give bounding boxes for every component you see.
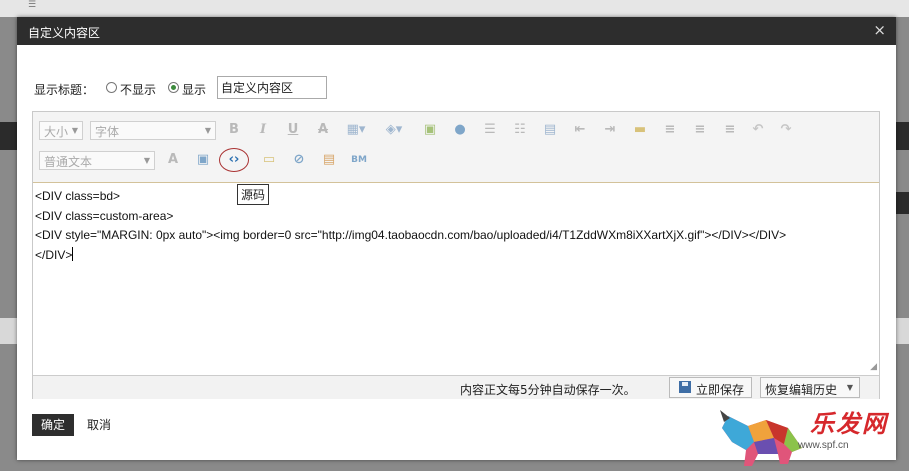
image-icon[interactable]: ▣ bbox=[421, 121, 439, 139]
text-caret bbox=[72, 246, 74, 261]
clear-format-icon[interactable]: A bbox=[164, 151, 182, 169]
title-input[interactable] bbox=[217, 76, 327, 99]
chevron-down-icon: ▼ bbox=[71, 126, 78, 135]
editor-toolbar: 大小 ▼ 字体 ▼ B I U A ▦▾ ◈▾ ▣ ● ☰ ☷ ▤ ⇤ ⇥ ▬ ≡ … bbox=[33, 112, 879, 183]
save-now-button[interactable]: 立即保存 bbox=[669, 377, 752, 398]
editor-statusbar: 内容正文每5分钟自动保存一次。 立即保存 恢复编辑历史 ▼ bbox=[33, 375, 879, 399]
source-code-icon[interactable]: ‹› bbox=[219, 148, 249, 172]
radio-show-label[interactable]: 显示 bbox=[182, 81, 206, 98]
emoticon-icon[interactable]: ⊘ bbox=[290, 151, 308, 169]
save-now-label: 立即保存 bbox=[696, 383, 745, 397]
font-size-select-label: 大小 bbox=[44, 125, 69, 139]
template-icon[interactable]: ▤ bbox=[320, 151, 338, 169]
show-title-row: 显示标题： 不显示 显示 bbox=[34, 75, 634, 101]
bold-icon[interactable]: B bbox=[225, 121, 243, 139]
chevron-down-icon: ▼ bbox=[846, 383, 853, 392]
cancel-button[interactable]: 取消 bbox=[87, 414, 111, 436]
source-tooltip: 源码 bbox=[237, 184, 270, 205]
watermark: 乐发网 www.spf.cn bbox=[718, 402, 908, 468]
code-line-text: </DIV> bbox=[35, 247, 73, 262]
close-icon[interactable]: × bbox=[873, 22, 886, 38]
page-backdrop-bar bbox=[896, 192, 909, 214]
save-icon bbox=[679, 381, 691, 393]
code-line: <DIV class=bd> bbox=[35, 189, 121, 203]
menu-icon: ☰ bbox=[28, 0, 37, 10]
restore-history-label: 恢复编辑历史 bbox=[765, 383, 838, 397]
resize-handle-icon[interactable]: ◢ bbox=[870, 362, 877, 372]
flash-icon[interactable]: ▭ bbox=[260, 151, 278, 169]
dialog-titlebar: 自定义内容区 × bbox=[17, 17, 896, 45]
chevron-down-icon: ▼ bbox=[143, 156, 150, 165]
align-left-icon[interactable]: ≡ bbox=[661, 121, 679, 139]
code-line: <DIV class=custom-area> bbox=[35, 208, 174, 223]
dialog-title: 自定义内容区 bbox=[28, 26, 101, 40]
numbered-list-icon[interactable]: ☷ bbox=[511, 121, 529, 139]
paragraph-format-label: 普通文本 bbox=[44, 155, 93, 169]
underline-icon[interactable]: U bbox=[284, 121, 302, 139]
watermark-url: www.spf.cn bbox=[798, 440, 849, 451]
align-right-icon[interactable]: ≡ bbox=[721, 121, 739, 139]
font-family-select-label: 字体 bbox=[95, 125, 120, 139]
page-backdrop-top: ☰ bbox=[0, 0, 909, 17]
italic-icon[interactable]: I bbox=[254, 121, 272, 139]
watermark-brand: 乐发网 bbox=[810, 409, 888, 438]
bullet-list-icon[interactable]: ☰ bbox=[481, 121, 499, 139]
media-icon[interactable]: ▣ bbox=[194, 151, 212, 169]
strikethrough-icon[interactable]: A bbox=[314, 121, 332, 139]
code-line: </DIV> bbox=[35, 246, 877, 266]
code-line: <DIV style="MARGIN: 0px auto"><img borde… bbox=[35, 228, 787, 242]
confirm-button[interactable]: 确定 bbox=[32, 414, 74, 436]
align-center-icon[interactable]: ≡ bbox=[691, 121, 709, 139]
font-family-select[interactable]: 字体 ▼ bbox=[90, 121, 216, 140]
page-backdrop-bar bbox=[896, 318, 909, 344]
indent-icon[interactable]: ⇥ bbox=[601, 121, 619, 139]
paragraph-format-select[interactable]: 普通文本 ▼ bbox=[39, 151, 155, 170]
custom-content-dialog: 自定义内容区 × 显示标题： 不显示 显示 大小▼ 字体▼ B I U A ▦▾… bbox=[17, 17, 896, 460]
radio-hide-label[interactable]: 不显示 bbox=[120, 81, 156, 98]
page-backdrop-bar bbox=[0, 318, 17, 344]
link-icon[interactable]: ● bbox=[451, 121, 469, 139]
page-backdrop-bar bbox=[896, 122, 909, 150]
table-icon[interactable]: ▦▾ bbox=[343, 121, 369, 139]
outdent-icon[interactable]: ⇤ bbox=[571, 121, 589, 139]
font-size-select[interactable]: 大小 ▼ bbox=[39, 121, 83, 140]
redo-icon[interactable]: ↷ bbox=[777, 121, 795, 139]
autosave-notice: 内容正文每5分钟自动保存一次。 bbox=[460, 383, 636, 397]
bm-icon[interactable]: BM bbox=[350, 151, 368, 169]
page-backdrop-bar bbox=[0, 122, 17, 150]
rich-text-editor: 大小 ▼ 字体 ▼ B I U A ▦▾ ◈▾ ▣ ● ☰ ☷ ▤ ⇤ ⇥ ▬ ≡ … bbox=[32, 111, 880, 399]
fill-color-icon[interactable]: ◈▾ bbox=[381, 121, 407, 139]
layout-icon[interactable]: ▤ bbox=[541, 121, 559, 139]
source-code-area[interactable]: <DIV class=bd> <DIV class=custom-area> <… bbox=[33, 183, 879, 375]
show-title-label: 显示标题： bbox=[34, 83, 95, 97]
radio-show-title[interactable] bbox=[168, 82, 179, 93]
radio-hide-title[interactable] bbox=[106, 82, 117, 93]
undo-icon[interactable]: ↶ bbox=[749, 121, 767, 139]
chevron-down-icon: ▼ bbox=[204, 126, 211, 135]
bull-logo-icon bbox=[720, 410, 802, 466]
horizontal-rule-icon[interactable]: ▬ bbox=[631, 121, 649, 139]
restore-history-button[interactable]: 恢复编辑历史 ▼ bbox=[760, 377, 860, 398]
